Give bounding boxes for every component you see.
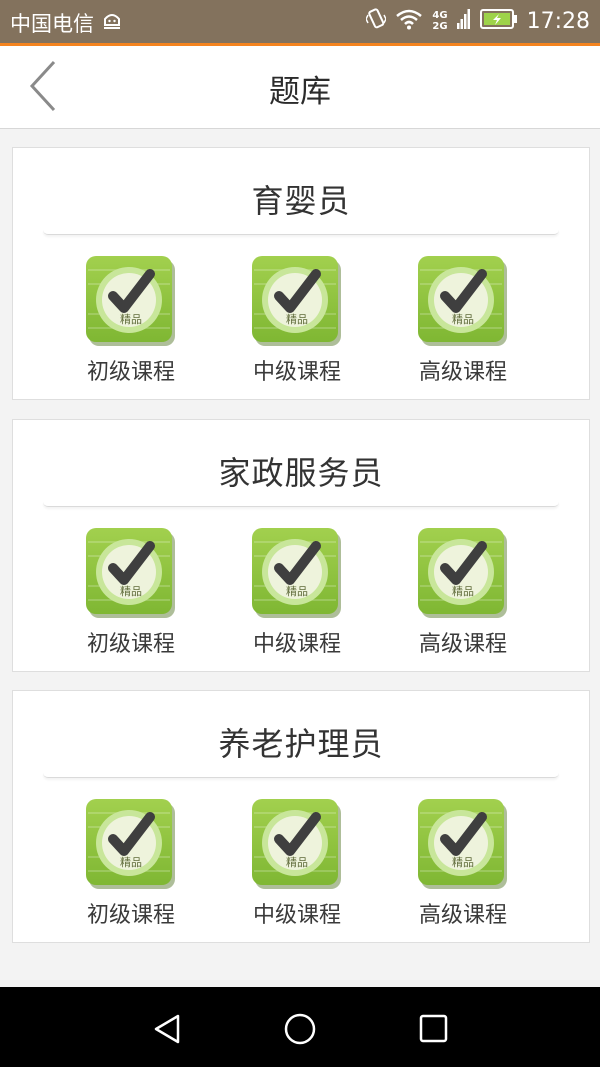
course-label: 初级课程 (86, 360, 175, 385)
section-card-elderly-care: 养老护理员 精品 初级课程 精品 中级课程 精品 高级课程 (12, 690, 590, 943)
vibrate-icon (365, 7, 388, 35)
section-divider (43, 230, 559, 235)
nav-home-button[interactable] (280, 1009, 320, 1049)
course-item-advanced[interactable]: 精品 高级课程 (393, 256, 533, 386)
system-nav-bar (0, 987, 600, 1067)
checkmark-badge-icon: 精品 (418, 256, 508, 346)
section-title: 育婴员 (251, 182, 351, 220)
course-item-beginner[interactable]: 精品 初级课程 (61, 256, 201, 386)
checkmark-badge-icon: 精品 (86, 256, 176, 346)
checkmark-badge-icon: 精品 (86, 799, 176, 889)
title-bar: 题库 (0, 46, 600, 129)
section-title: 养老护理员 (218, 725, 384, 763)
course-label: 中级课程 (252, 360, 341, 385)
clock: 17:28 (526, 8, 590, 34)
course-label: 中级课程 (252, 632, 341, 657)
checkmark-badge-icon: 精品 (86, 528, 176, 618)
badge-label: 精品 (452, 313, 474, 326)
course-item-beginner[interactable]: 精品 初级课程 (61, 799, 201, 929)
badge-label: 精品 (286, 313, 308, 326)
badge-label: 精品 (452, 856, 474, 869)
course-item-beginner[interactable]: 精品 初级课程 (61, 528, 201, 658)
network-type: 4G 2G (432, 10, 448, 32)
course-label: 高级课程 (418, 903, 507, 928)
page-title: 题库 (269, 74, 331, 110)
course-item-advanced[interactable]: 精品 高级课程 (393, 528, 533, 658)
android-notification-icon (101, 9, 123, 35)
course-item-advanced[interactable]: 精品 高级课程 (393, 799, 533, 929)
checkmark-badge-icon: 精品 (418, 799, 508, 889)
checkmark-badge-icon: 精品 (252, 256, 342, 346)
wifi-icon (395, 8, 423, 34)
badge-label: 精品 (120, 585, 142, 598)
badge-label: 精品 (120, 313, 142, 326)
carrier-name: 中国电信 (10, 12, 94, 36)
battery-charging-icon (479, 8, 518, 34)
course-item-intermediate[interactable]: 精品 中级课程 (227, 256, 367, 386)
badge-label: 精品 (286, 585, 308, 598)
circle-home-icon (284, 1013, 316, 1045)
badge-label: 精品 (286, 856, 308, 869)
course-item-intermediate[interactable]: 精品 中级课程 (227, 528, 367, 658)
badge-label: 精品 (452, 585, 474, 598)
signal-icon (456, 7, 471, 35)
course-label: 高级课程 (418, 632, 507, 657)
status-bar: 中国电信 4G 2G 17:28 (0, 0, 600, 43)
course-label: 初级课程 (86, 903, 175, 928)
section-title: 家政服务员 (218, 454, 384, 492)
course-label: 中级课程 (252, 903, 341, 928)
course-label: 高级课程 (418, 360, 507, 385)
checkmark-badge-icon: 精品 (252, 528, 342, 618)
nav-back-button[interactable] (148, 1009, 188, 1049)
checkmark-badge-icon: 精品 (418, 528, 508, 618)
section-divider (43, 502, 559, 507)
nav-recents-button[interactable] (413, 1009, 453, 1049)
badge-label: 精品 (120, 856, 142, 869)
square-recents-icon (419, 1014, 448, 1043)
section-divider (43, 773, 559, 778)
course-label: 初级课程 (86, 632, 175, 657)
checkmark-badge-icon: 精品 (252, 799, 342, 889)
triangle-back-icon (154, 1014, 180, 1044)
course-item-intermediate[interactable]: 精品 中级课程 (227, 799, 367, 929)
section-card-housekeeping: 家政服务员 精品 初级课程 精品 中级课程 精品 高级课程 (12, 419, 590, 672)
section-card-childcare: 育婴员 精品 初级课程 精品 中级课程 精品 高级课程 (12, 147, 590, 400)
